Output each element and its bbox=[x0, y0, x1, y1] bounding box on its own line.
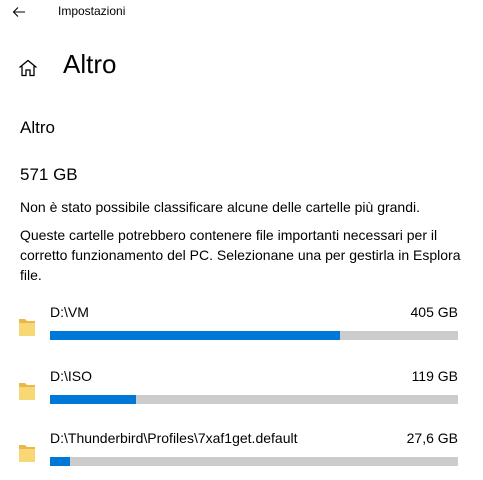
folder-size: 119 GB bbox=[411, 368, 458, 384]
folder-size: 27,6 GB bbox=[406, 430, 458, 446]
usage-bar bbox=[50, 457, 458, 466]
usage-bar-fill bbox=[50, 457, 71, 466]
settings-page: Impostazioni Altro Altro 571 GB Non è st… bbox=[0, 0, 483, 480]
title-bar: Impostazioni bbox=[0, 0, 483, 28]
usage-bar-fill bbox=[50, 331, 340, 340]
folder-name: D:\ISO bbox=[50, 368, 93, 384]
folder-item-vm[interactable]: D:\VM 405 GB bbox=[18, 304, 464, 350]
folder-item-iso[interactable]: D:\ISO 119 GB bbox=[18, 368, 464, 414]
home-button[interactable] bbox=[18, 57, 40, 79]
usage-bar bbox=[50, 395, 458, 404]
info-text-important-files: Queste cartelle potrebbero contenere fil… bbox=[20, 227, 461, 283]
folder-icon bbox=[19, 383, 35, 400]
total-size: 571 GB bbox=[20, 165, 78, 184]
folder-item-thunderbird[interactable]: D:\Thunderbird\Profiles\7xaf1get.default… bbox=[18, 430, 464, 476]
back-button[interactable] bbox=[4, 0, 34, 24]
back-arrow-icon bbox=[12, 7, 25, 17]
folder-icon bbox=[19, 445, 35, 462]
folder-name: D:\VM bbox=[50, 304, 89, 320]
folder-icon bbox=[19, 319, 35, 336]
usage-bar bbox=[50, 331, 458, 340]
usage-bar-fill bbox=[50, 395, 136, 404]
home-icon bbox=[19, 59, 37, 77]
section-title: Altro bbox=[20, 118, 55, 137]
info-text-unclassified: Non è stato possibile classificare alcun… bbox=[20, 199, 420, 215]
folder-name: D:\Thunderbird\Profiles\7xaf1get.default bbox=[50, 430, 298, 446]
window-title: Impostazioni bbox=[58, 4, 126, 18]
page-header: Altro bbox=[18, 49, 116, 84]
page-title: Altro bbox=[63, 49, 117, 79]
folder-size: 405 GB bbox=[410, 304, 458, 320]
